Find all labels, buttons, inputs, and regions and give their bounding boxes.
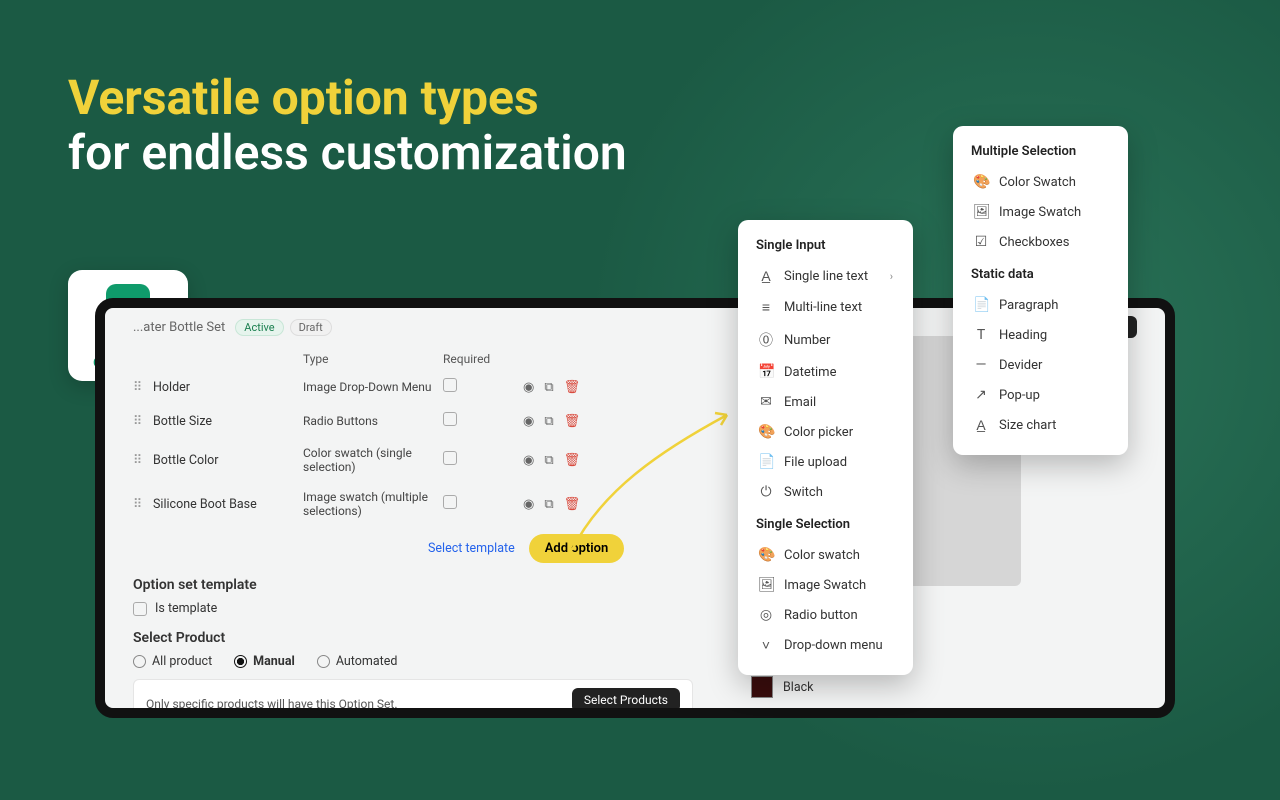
required-checkbox[interactable] — [443, 451, 457, 465]
headline: Versatile option types for endless custo… — [68, 70, 627, 180]
copy-icon[interactable]: ⧉ — [544, 380, 553, 395]
drag-handle-icon[interactable]: ⠿ — [133, 452, 153, 468]
required-checkbox[interactable] — [443, 495, 457, 509]
option-icon: 📅 — [758, 364, 774, 380]
menu-item[interactable]: 📄File upload — [744, 447, 907, 477]
radio-manual[interactable]: Manual — [234, 654, 295, 669]
menu-item[interactable]: 🎨Color picker — [744, 417, 907, 447]
menu-item[interactable]: 📄Paragraph — [959, 290, 1122, 320]
option-type-menu-2[interactable]: Multiple Selection 🎨Color Swatch🖼Image S… — [953, 126, 1128, 455]
required-checkbox[interactable] — [443, 412, 457, 426]
option-type-menu-1[interactable]: Single Input A̲Single line text›≡Multi-l… — [738, 220, 913, 675]
eye-icon[interactable]: ◉ — [523, 414, 534, 429]
color-swatch — [751, 676, 773, 698]
copy-icon[interactable]: ⧉ — [544, 497, 553, 512]
col-required: Required — [443, 352, 523, 366]
radio-all[interactable]: All product — [133, 654, 212, 669]
copy-icon[interactable]: ⧉ — [544, 453, 553, 468]
menu-item[interactable]: ◎Radio button — [744, 600, 907, 630]
option-icon: ≡ — [758, 299, 774, 316]
menu-item[interactable]: —Devider — [959, 350, 1122, 380]
copy-icon[interactable]: ⧉ — [544, 414, 553, 429]
menu-item[interactable]: A̲Single line text› — [744, 261, 907, 292]
menu-item[interactable]: ≡Multi-line text — [744, 292, 907, 323]
table-row[interactable]: ⠿Bottle SizeRadio Buttons◉⧉🗑 — [133, 404, 693, 438]
menu-item[interactable]: 🖼Image Swatch — [959, 197, 1122, 227]
required-checkbox[interactable] — [443, 378, 457, 392]
table-row[interactable]: ⠿Bottle ColorColor swatch (single select… — [133, 438, 693, 482]
option-icon: A̲ — [973, 417, 989, 434]
option-icon: ˅ — [758, 637, 774, 654]
menu-item[interactable]: 🎨Color swatch — [744, 540, 907, 570]
option-icon: 🎨 — [758, 547, 774, 563]
option-icon: 🖼 — [973, 204, 989, 220]
option-icon: A̲ — [758, 268, 774, 285]
chevron-right-icon: › — [890, 270, 893, 283]
option-icon: 🎨 — [758, 424, 774, 440]
select-products-button[interactable]: Select Products — [572, 688, 680, 712]
trash-icon[interactable]: 🗑 — [564, 380, 581, 395]
template-title: Option set template — [133, 577, 693, 593]
drag-handle-icon[interactable]: ⠿ — [133, 413, 153, 429]
drag-handle-icon[interactable]: ⠿ — [133, 496, 153, 512]
option-icon: ⏻ — [758, 484, 774, 500]
menu-item[interactable]: 📅Datetime — [744, 357, 907, 387]
status-draft[interactable]: Draft — [290, 319, 332, 336]
menu-item[interactable]: ✉Email — [744, 387, 907, 417]
menu-item[interactable]: ˅Drop-down menu — [744, 630, 907, 661]
radio-auto[interactable]: Automated — [317, 654, 398, 669]
option-icon: ☑ — [973, 234, 989, 250]
trash-icon[interactable]: 🗑 — [564, 453, 581, 468]
col-type: Type — [303, 352, 443, 366]
eye-icon[interactable]: ◉ — [523, 497, 534, 512]
option-icon: ⓪ — [758, 330, 774, 350]
menu-item[interactable]: ☑Checkboxes — [959, 227, 1122, 257]
menu-item[interactable]: ⏻Switch — [744, 477, 907, 507]
option-icon: 📄 — [758, 454, 774, 470]
eye-icon[interactable]: ◉ — [523, 453, 534, 468]
breadcrumb: ...ater Bottle Set — [133, 320, 225, 335]
status-active[interactable]: Active — [235, 319, 283, 336]
option-icon: ✉ — [758, 394, 774, 410]
eye-icon[interactable]: ◉ — [523, 380, 534, 395]
option-icon: ◎ — [758, 607, 774, 623]
drag-handle-icon[interactable]: ⠿ — [133, 379, 153, 395]
option-icon: T — [973, 327, 989, 343]
table-row[interactable]: ⠿Silicone Boot BaseImage swatch (multipl… — [133, 482, 693, 526]
option-icon: 🖼 — [758, 577, 774, 593]
product-note: Only specific products will have this Op… — [146, 697, 398, 711]
headline-sub: for endless customization — [68, 124, 627, 181]
menu-item[interactable]: 🎨Color Swatch — [959, 167, 1122, 197]
option-icon: — — [973, 357, 989, 373]
trash-icon[interactable]: 🗑 — [564, 414, 581, 429]
trash-icon[interactable]: 🗑 — [564, 497, 581, 512]
menu-item[interactable]: 🖼Image Swatch — [744, 570, 907, 600]
table-row[interactable]: ⠿HolderImage Drop-Down Menu◉⧉🗑 — [133, 370, 693, 404]
menu-item[interactable]: A̲Size chart — [959, 410, 1122, 441]
headline-accent: Versatile option types — [68, 69, 539, 126]
option-icon: ↗ — [973, 387, 989, 403]
option-icon: 📄 — [973, 297, 989, 313]
is-template-checkbox[interactable] — [133, 602, 147, 616]
menu-item[interactable]: THeading — [959, 320, 1122, 350]
menu-item[interactable]: ⓪Number — [744, 323, 907, 357]
option-icon: 🎨 — [973, 174, 989, 190]
select-product-title: Select Product — [133, 630, 693, 646]
add-option-button[interactable]: Add option — [529, 534, 625, 563]
select-template-link[interactable]: Select template — [428, 541, 515, 556]
menu-item[interactable]: ↗Pop-up — [959, 380, 1122, 410]
